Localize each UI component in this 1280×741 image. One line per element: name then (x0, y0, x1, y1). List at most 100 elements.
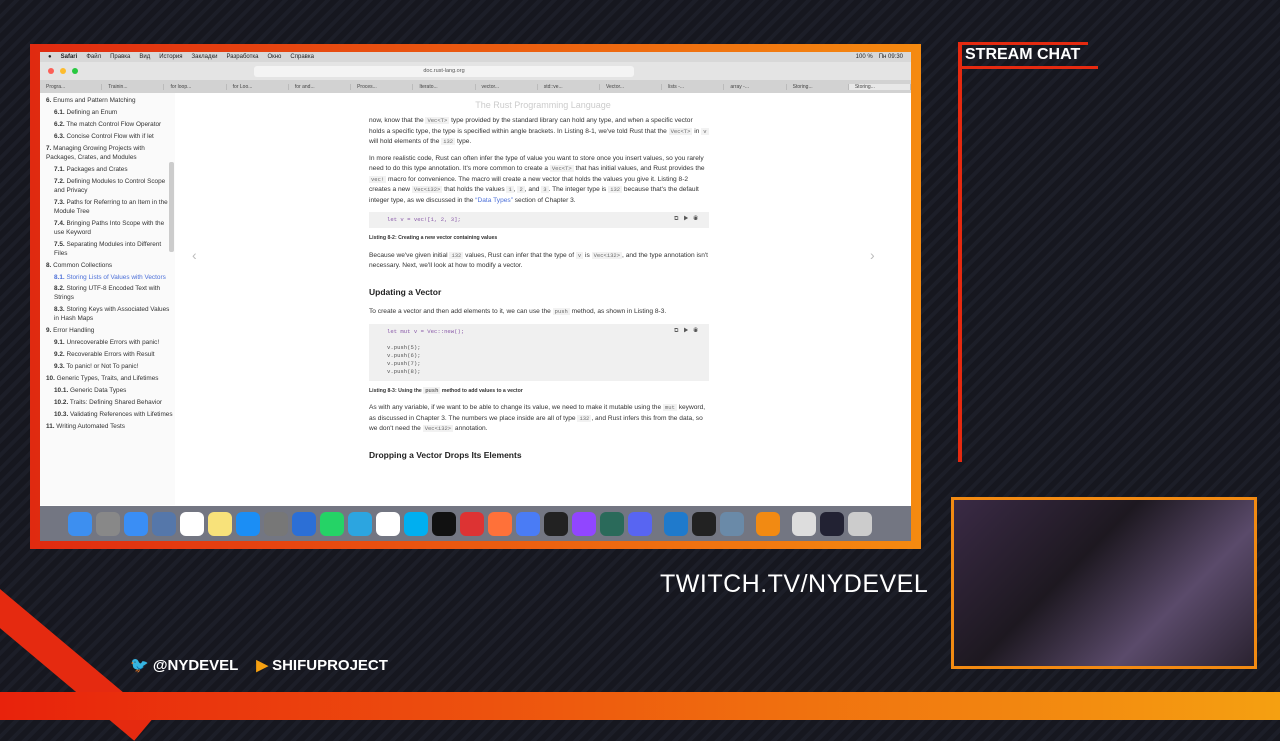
telegram-icon[interactable] (348, 511, 372, 536)
browser-tab[interactable]: lists -... (662, 83, 725, 90)
toc-label: Generic Types, Traits, and Lifetimes (54, 375, 159, 383)
toc-item[interactable]: 11. Writing Automated Tests (46, 423, 175, 432)
menu-item[interactable]: Правка (110, 54, 130, 60)
code-actions-icons[interactable]: ⧉▶◉ (674, 215, 703, 224)
obs-icon[interactable] (544, 511, 568, 536)
toc-item[interactable]: 8.1. Storing Lists of Values with Vector… (46, 274, 175, 283)
toc-item[interactable]: 6. Enums and Pattern Matching (46, 97, 175, 106)
calendar-icon[interactable] (180, 511, 204, 536)
toc-item[interactable]: 7.3. Paths for Referring to an Item in t… (46, 199, 175, 217)
tasks-icon[interactable] (516, 511, 540, 536)
finder-icon[interactable] (68, 511, 92, 536)
menu-item[interactable]: Справка (290, 54, 314, 60)
toc-item[interactable]: 10. Generic Types, Traits, and Lifetimes (46, 375, 175, 384)
chat-border (958, 42, 962, 462)
menu-item[interactable]: История (159, 54, 182, 60)
toc-item[interactable]: 9.1. Unrecoverable Errors with panic! (46, 339, 175, 348)
data-types-link[interactable]: “Data Types” (475, 197, 513, 204)
preview-icon[interactable] (152, 511, 176, 536)
toc-label: Storing UTF-8 Encoded Text with Strings (54, 285, 161, 302)
chatterino-icon[interactable] (600, 511, 624, 536)
vpn-icon[interactable] (756, 511, 780, 536)
1password-icon[interactable] (292, 511, 316, 536)
toc-item[interactable]: 10.3. Validating References with Lifetim… (46, 411, 175, 420)
documents-icon[interactable] (792, 511, 816, 536)
screen-frame: ● Safari Файл Правка Вид История Закладки Разр… (30, 44, 921, 549)
browser-tab[interactable]: vector... (476, 83, 538, 90)
menu-item[interactable]: Safari (61, 54, 78, 60)
firefox-icon[interactable] (488, 511, 512, 536)
toc-item[interactable]: 8.3. Storing Keys with Associated Values… (46, 306, 175, 324)
toc-item[interactable]: 10.1. Generic Data Types (46, 387, 175, 396)
menu-item[interactable]: Вид (139, 54, 150, 60)
listing-caption: Listing 8-2: Creating a new vector conta… (369, 235, 498, 242)
notes-icon[interactable] (208, 511, 232, 536)
trash-icon[interactable] (848, 511, 872, 536)
browser-tab[interactable]: for loop... (164, 83, 227, 90)
discord-icon[interactable] (628, 511, 652, 536)
menu-item[interactable]: Закладки (192, 54, 218, 60)
toc-item[interactable]: 7. Managing Growing Projects with Packag… (46, 145, 175, 163)
whatsapp-icon[interactable] (320, 511, 344, 536)
parallels-icon[interactable] (460, 511, 484, 536)
close-window-button[interactable] (48, 68, 54, 74)
skype-icon[interactable] (404, 511, 428, 536)
toc-item[interactable]: 9.2. Recoverable Errors with Result (46, 351, 175, 360)
menu-item[interactable]: Окно (267, 54, 281, 60)
image-capture-icon[interactable] (720, 511, 744, 536)
inline-code: 3 (541, 186, 549, 194)
launchpad-icon[interactable] (96, 511, 120, 536)
browser-tab[interactable]: Vector... (600, 83, 663, 90)
prev-chapter-button[interactable]: ‹ (192, 247, 197, 263)
app-store-icon[interactable] (236, 511, 260, 536)
inline-code: Vec<T> (425, 117, 450, 124)
toc-item[interactable]: 9. Error Handling (46, 327, 175, 336)
toc-item[interactable]: 6.1. Defining an Enum (46, 109, 175, 118)
inline-code: Vec<i32> (411, 186, 443, 194)
minimize-window-button[interactable] (60, 68, 66, 74)
browser-tab[interactable]: Proces... (351, 83, 414, 90)
code-actions-icons[interactable]: ⧉▶◉ (674, 327, 703, 336)
browser-tab[interactable]: Progra... (40, 83, 103, 90)
toc-item[interactable]: 9.3. To panic! or Not To panic! (46, 363, 175, 372)
browser-tab[interactable]: Storing... (848, 83, 911, 90)
safari-icon[interactable] (124, 511, 148, 536)
activity-monitor-icon[interactable] (692, 511, 716, 536)
code-line: v.push(8); (387, 368, 421, 376)
zoom-window-button[interactable] (72, 68, 78, 74)
system-preferences-icon[interactable] (264, 511, 288, 536)
browser-tab[interactable]: std::ve... (538, 83, 600, 90)
toc-item[interactable]: 7.1. Packages and Crates (46, 166, 175, 175)
menu-item[interactable]: Разработка (226, 54, 258, 60)
screen-icon[interactable] (820, 511, 844, 536)
vscode-icon[interactable] (664, 511, 688, 536)
menu-item[interactable]: Файл (86, 54, 101, 60)
page-title: The Rust Programming Language (475, 100, 611, 110)
browser-tab[interactable]: Trainin... (102, 83, 165, 90)
toc-item[interactable]: 6.2. The match Control Flow Operator (46, 121, 175, 130)
toc-number: 10.2. (54, 399, 69, 407)
toc-item[interactable]: 10.2. Traits: Defining Shared Behavior (46, 399, 175, 408)
browser-tab[interactable]: array -... (724, 83, 787, 90)
apple-icon[interactable]: ● (48, 54, 52, 60)
sidebar-scrollbar[interactable] (169, 162, 174, 252)
toc-item[interactable]: 6.3. Concise Control Flow with if let (46, 133, 175, 142)
chrome-icon[interactable] (376, 511, 400, 536)
toc-label: Enums and Pattern Matching (51, 97, 136, 104)
toc-item[interactable]: 7.4. Bringing Paths Into Scope with the … (46, 220, 175, 238)
inline-code: push (423, 386, 441, 394)
browser-tab[interactable]: for Loo... (227, 83, 289, 90)
browser-tab[interactable]: Storing... (787, 83, 849, 90)
browser-tab[interactable]: Iterato... (413, 83, 476, 90)
toc-item[interactable]: 7.2. Defining Modules to Control Scope a… (46, 178, 175, 196)
address-bar[interactable]: doc.rust-lang.org (254, 65, 634, 77)
terminal-icon[interactable] (432, 511, 456, 536)
toc-item[interactable]: 7.5. Separating Modules into Different F… (46, 241, 175, 259)
toc-label: Unrecoverable Errors with panic! (64, 339, 160, 347)
twitch-icon[interactable] (572, 511, 596, 536)
toc-label: Separating Modules into Different Files (54, 240, 162, 257)
toc-item[interactable]: 8.2. Storing UTF-8 Encoded Text with Str… (46, 285, 175, 303)
toc-item[interactable]: 8. Common Collections (46, 262, 175, 271)
next-chapter-button[interactable]: › (870, 247, 875, 263)
browser-tab[interactable]: for and... (289, 83, 352, 90)
